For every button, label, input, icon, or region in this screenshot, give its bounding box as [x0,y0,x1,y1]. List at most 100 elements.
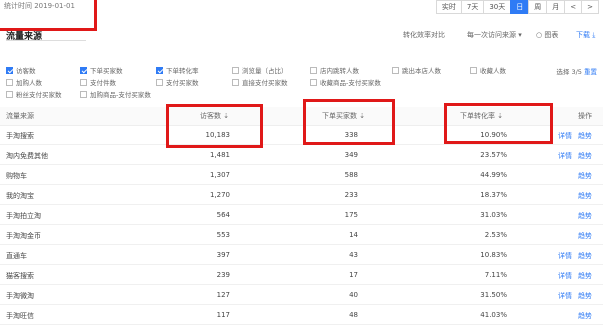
metric-checkbox[interactable]: 支付件数 [80,77,116,87]
download-label: 下载 [576,31,590,39]
metric-label: 访客数 [16,67,36,75]
details-link[interactable]: 详情 [558,131,572,141]
cell-source: 猫客搜索 [6,272,34,280]
range-30d-button[interactable]: 30天 [483,0,512,14]
chart-toggle[interactable]: ○ 图表 [536,30,558,40]
cell-visitors: 564 [216,211,230,219]
download-link[interactable]: 下载 ⤓ [576,30,595,40]
cell-rate: 18.37% [480,191,507,199]
range-month-button[interactable]: 月 [546,0,566,14]
trend-link[interactable]: 趋势 [578,211,592,221]
trend-link[interactable]: 趋势 [578,191,592,201]
cell-source: 我的淘宝 [6,192,34,200]
details-link[interactable]: 详情 [558,271,572,281]
metric-checkbox[interactable]: 加购人数 [6,77,42,87]
metric-label: 加购人数 [16,79,42,87]
trend-link[interactable]: 趋势 [578,131,592,141]
metric-checkbox[interactable]: 浏览量（占比） [232,65,288,75]
trend-link[interactable]: 趋势 [578,271,592,281]
cell-visitors: 117 [216,311,230,319]
checkbox-empty-icon [6,78,13,86]
metric-checkbox[interactable]: 跳出本店人数 [392,65,441,75]
metric-checkbox[interactable]: 直接支付买家数 [232,77,288,87]
trend-link[interactable]: 趋势 [578,151,592,161]
checkbox-empty-icon [310,66,317,74]
table-row: 手淘拍立淘 564 175 31.03% 趋势 [0,206,603,225]
cell-rate: 7.11% [484,271,507,279]
trend-link[interactable]: 趋势 [578,171,592,181]
reset-link[interactable]: 重置 [584,68,597,76]
metric-label: 下单买家数 [90,67,123,75]
checkbox-empty-icon [80,90,87,98]
cell-source: 手淘微淘 [6,292,34,300]
metric-selection-count: 选择 3/5 重置 [556,66,597,76]
metric-checkbox[interactable]: 访客数 [6,65,36,75]
col-actions-header: 操作 [578,112,592,120]
highlight-box-rate [444,103,553,144]
selection-count-label: 选择 3/5 [556,68,582,76]
cell-buyers: 48 [349,311,358,319]
range-7d-button[interactable]: 7天 [460,0,485,14]
checkbox-checked-icon [6,66,13,74]
metric-checkbox[interactable]: 下单转化率 [156,65,199,75]
trend-link[interactable]: 趋势 [578,291,592,301]
chevron-down-icon: ▾ [518,31,522,39]
checkbox-empty-icon [6,90,13,98]
section-divider [6,40,86,41]
details-link[interactable]: 详情 [558,291,572,301]
cell-visitors: 239 [216,271,230,279]
compare-switch-label[interactable]: 转化效率对比 [403,30,445,40]
details-link[interactable]: 详情 [558,151,572,161]
next-period-button[interactable]: > [581,0,599,14]
metric-checkbox[interactable]: 收藏商品-支付买家数 [310,77,381,87]
checkbox-empty-icon [80,78,87,86]
trend-link[interactable]: 趋势 [578,231,592,241]
cell-buyers: 349 [344,151,358,159]
cell-buyers: 43 [349,251,358,259]
metric-label: 收藏商品-支付买家数 [320,79,381,87]
metric-checkbox[interactable]: 支付买家数 [156,77,199,87]
metric-label: 收藏人数 [480,67,506,75]
checkbox-empty-icon [392,66,399,74]
cell-rate: 23.57% [480,151,507,159]
period-select-value: 每一次访问来源 [467,31,516,39]
trend-link[interactable]: 趋势 [578,251,592,261]
checkbox-empty-icon [156,78,163,86]
cell-rate: 44.99% [480,171,507,179]
metric-label: 下单转化率 [166,67,199,75]
range-day-button[interactable]: 日 [510,0,530,14]
table-row: 猫客搜索 239 17 7.11% 详情 趋势 [0,266,603,285]
cell-buyers: 17 [349,271,358,279]
cell-buyers: 14 [349,231,358,239]
radio-icon: ○ [536,31,543,39]
period-select[interactable]: 每一次访问来源 ▾ [467,30,522,40]
metric-checkbox[interactable]: 加购商品-支付买家数 [80,89,151,99]
download-icon: ⤓ [592,31,596,39]
metric-checkbox[interactable]: 下单买家数 [80,65,123,75]
cell-visitors: 1,270 [209,191,230,199]
metric-checkbox[interactable]: 粉丝支付买家数 [6,89,62,99]
cell-rate: 2.53% [484,231,507,239]
trend-link[interactable]: 趋势 [578,311,592,321]
details-link[interactable]: 详情 [558,251,572,261]
cell-visitors: 553 [216,231,230,239]
table-row: 手淘旺信 117 48 41.03% 趋势 [0,306,603,325]
metric-label: 跳出本店人数 [402,67,441,75]
cell-visitors: 127 [216,291,230,299]
metric-checkbox[interactable]: 店内跳转人数 [310,65,359,75]
cell-buyers: 175 [344,211,358,219]
table-row: 手淘淘金币 553 14 2.53% 趋势 [0,226,603,245]
metric-label: 支付买家数 [166,79,199,87]
cell-buyers: 233 [344,191,358,199]
highlight-box-buyers [303,99,395,145]
cell-source: 手淘搜索 [6,132,34,140]
date-toolbar: 实时 7天 30天 日 周 月 < > [435,0,599,14]
prev-period-button[interactable]: < [564,0,583,14]
cell-source: 直通车 [6,252,27,260]
cell-source: 手淘旺信 [6,312,34,320]
table-row: 我的淘宝 1,270 233 18.37% 趋势 [0,186,603,205]
range-realtime-button[interactable]: 实时 [435,0,462,14]
range-week-button[interactable]: 周 [528,0,548,14]
col-source-header: 流量来源 [6,112,34,120]
metric-checkbox[interactable]: 收藏人数 [470,65,506,75]
